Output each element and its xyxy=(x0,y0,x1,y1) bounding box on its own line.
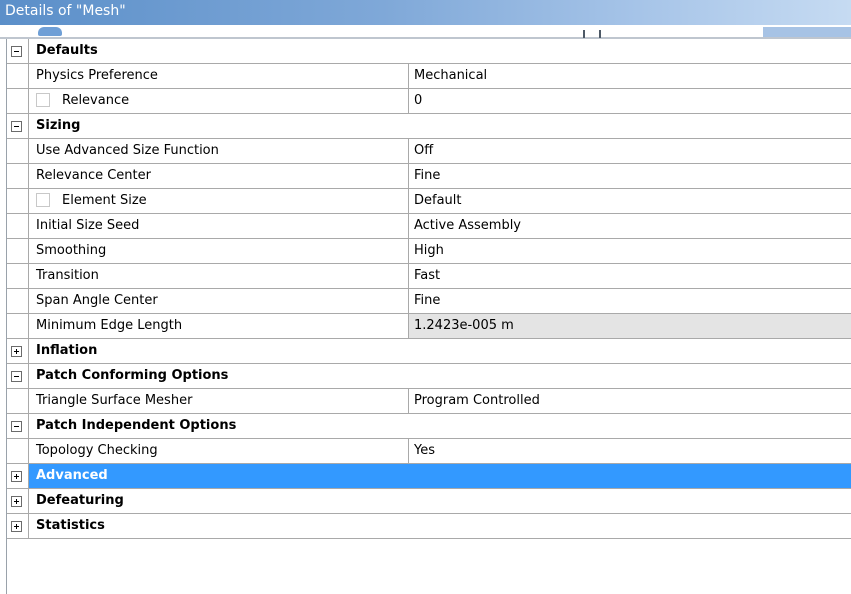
property-value-use-advanced-size-function[interactable]: Off xyxy=(409,139,851,163)
property-value-span-angle-center[interactable]: Fine xyxy=(409,289,851,313)
property-row-relevance-center[interactable]: Relevance Center Fine xyxy=(7,164,851,189)
group-header-defeaturing[interactable]: Defeaturing xyxy=(7,489,851,514)
panel-title: Details of "Mesh" xyxy=(0,0,851,25)
expand-icon[interactable] xyxy=(11,471,22,482)
group-label: Patch Independent Options xyxy=(36,418,237,433)
property-row-use-advanced-size-function[interactable]: Use Advanced Size Function Off xyxy=(7,139,851,164)
toolbar-separator xyxy=(599,30,601,38)
collapse-icon[interactable] xyxy=(11,421,22,432)
property-label: Minimum Edge Length xyxy=(36,318,183,333)
group-header-defaults[interactable]: Defaults xyxy=(7,39,851,64)
parameter-checkbox[interactable] xyxy=(36,93,50,107)
group-header-statistics[interactable]: Statistics xyxy=(7,514,851,539)
property-label: Smoothing xyxy=(36,243,107,258)
expand-icon[interactable] xyxy=(11,521,22,532)
property-label: Physics Preference xyxy=(36,68,158,83)
collapse-icon[interactable] xyxy=(11,121,22,132)
property-label: Transition xyxy=(36,268,99,283)
property-label: Initial Size Seed xyxy=(36,218,140,233)
property-value-physics-preference[interactable]: Mechanical xyxy=(409,64,851,88)
panel-scroll-region[interactable] xyxy=(763,27,851,37)
group-header-sizing[interactable]: Sizing xyxy=(7,114,851,139)
property-row-span-angle-center[interactable]: Span Angle Center Fine xyxy=(7,289,851,314)
property-value-minimum-edge-length: 1.2423e-005 m xyxy=(409,314,851,338)
property-row-transition[interactable]: Transition Fast xyxy=(7,264,851,289)
property-row-element-size[interactable]: Element Size Default xyxy=(7,189,851,214)
property-row-smoothing[interactable]: Smoothing High xyxy=(7,239,851,264)
collapse-icon[interactable] xyxy=(11,46,22,57)
group-label: Advanced xyxy=(36,468,108,483)
property-row-topology-checking[interactable]: Topology Checking Yes xyxy=(7,439,851,464)
collapse-icon[interactable] xyxy=(11,371,22,382)
group-label: Sizing xyxy=(36,118,81,133)
group-label: Defaults xyxy=(36,43,98,58)
property-value-smoothing[interactable]: High xyxy=(409,239,851,263)
expand-icon[interactable] xyxy=(11,346,22,357)
property-label: Element Size xyxy=(62,193,147,208)
group-label: Statistics xyxy=(36,518,105,533)
property-label: Relevance xyxy=(62,93,130,108)
property-row-relevance[interactable]: Relevance 0 xyxy=(7,89,851,114)
panel-toolbar-strip xyxy=(0,25,851,39)
toolbar-separator xyxy=(583,30,585,38)
property-row-triangle-surface-mesher[interactable]: Triangle Surface Mesher Program Controll… xyxy=(7,389,851,414)
property-row-physics-preference[interactable]: Physics Preference Mechanical xyxy=(7,64,851,89)
group-header-inflation[interactable]: Inflation xyxy=(7,339,851,364)
property-value-topology-checking[interactable]: Yes xyxy=(409,439,851,463)
group-header-advanced[interactable]: Advanced xyxy=(7,464,851,489)
property-label: Use Advanced Size Function xyxy=(36,143,219,158)
group-label: Patch Conforming Options xyxy=(36,368,229,383)
details-panel: Details of "Mesh" Defaults Physics Prefe… xyxy=(0,0,851,594)
property-label: Relevance Center xyxy=(36,168,151,183)
panel-tab-handle[interactable] xyxy=(38,27,62,36)
group-header-patch-independent-options[interactable]: Patch Independent Options xyxy=(7,414,851,439)
property-value-initial-size-seed[interactable]: Active Assembly xyxy=(409,214,851,238)
expand-icon[interactable] xyxy=(11,496,22,507)
property-value-relevance-center[interactable]: Fine xyxy=(409,164,851,188)
property-row-initial-size-seed[interactable]: Initial Size Seed Active Assembly xyxy=(7,214,851,239)
property-label: Triangle Surface Mesher xyxy=(36,393,193,408)
property-label: Topology Checking xyxy=(36,443,158,458)
group-header-patch-conforming-options[interactable]: Patch Conforming Options xyxy=(7,364,851,389)
property-value-element-size[interactable]: Default xyxy=(409,189,851,213)
property-value-relevance[interactable]: 0 xyxy=(409,89,851,113)
group-label: Defeaturing xyxy=(36,493,124,508)
parameter-checkbox[interactable] xyxy=(36,193,50,207)
property-row-minimum-edge-length[interactable]: Minimum Edge Length 1.2423e-005 m xyxy=(7,314,851,339)
property-value-transition[interactable]: Fast xyxy=(409,264,851,288)
property-label: Span Angle Center xyxy=(36,293,158,308)
property-value-triangle-surface-mesher[interactable]: Program Controlled xyxy=(409,389,851,413)
property-grid: Defaults Physics Preference Mechanical R… xyxy=(7,39,851,539)
group-label: Inflation xyxy=(36,343,98,358)
